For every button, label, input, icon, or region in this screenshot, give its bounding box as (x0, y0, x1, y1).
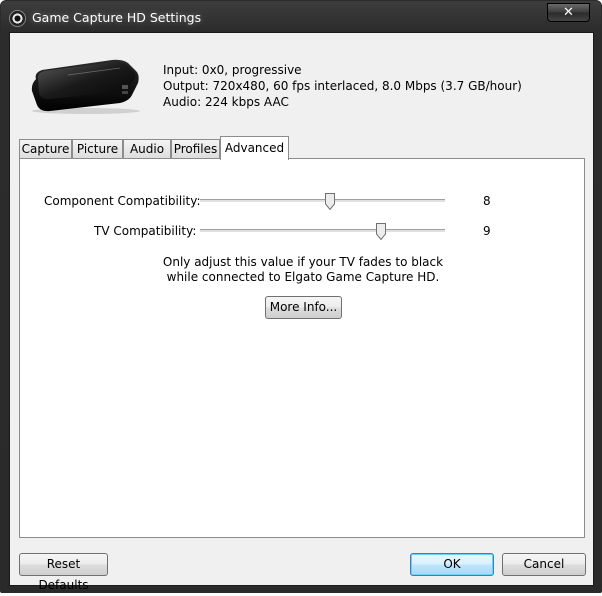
tv-compatibility-slider-thumb[interactable] (376, 223, 386, 240)
tab-capture[interactable]: Capture (19, 139, 72, 159)
more-info-button[interactable]: More Info... (265, 296, 342, 319)
title-bar[interactable]: Game Capture HD Settings ✕ (1, 1, 601, 33)
tv-compatibility-track[interactable] (200, 229, 445, 233)
app-icon (10, 11, 25, 26)
tv-compatibility-value: 9 (483, 224, 491, 238)
tv-compatibility-label: TV Compatibility: (94, 224, 197, 238)
cancel-button[interactable]: Cancel (502, 553, 586, 576)
output-info: Output: 720x480, 60 fps interlaced, 8.0 … (163, 79, 522, 93)
audio-info: Audio: 224 kbps AAC (163, 95, 289, 109)
tv-note-line-1: Only adjust this value if your TV fades … (162, 255, 444, 269)
dialog-body: Input: 0x0, progressive Output: 720x480,… (9, 32, 594, 592)
input-info: Input: 0x0, progressive (163, 63, 302, 77)
reset-defaults-button[interactable]: Reset Defaults (19, 553, 108, 592)
tv-note-line-2: while connected to Elgato Game Capture H… (166, 270, 440, 284)
capture-device-image (31, 59, 140, 114)
settings-window: Game Capture HD Settings ✕ Input: 0x0, p… (0, 0, 602, 593)
close-icon: ✕ (563, 5, 574, 20)
window-title: Game Capture HD Settings (32, 10, 202, 25)
close-button[interactable]: ✕ (547, 3, 590, 22)
device-info: Input: 0x0, progressive Output: 720x480,… (163, 62, 522, 110)
ok-button[interactable]: OK (410, 553, 494, 576)
component-compatibility-slider-thumb[interactable] (325, 193, 335, 210)
tab-profiles[interactable]: Profiles (171, 139, 220, 159)
component-compatibility-track[interactable] (200, 199, 445, 203)
tab-audio[interactable]: Audio (123, 139, 171, 159)
tab-advanced[interactable]: Advanced (220, 136, 289, 160)
component-compatibility-value: 8 (483, 194, 491, 208)
component-compatibility-label: Component Compatibility: (44, 194, 201, 208)
tab-picture[interactable]: Picture (72, 139, 123, 159)
advanced-panel: Component Compatibility: 8 TV Compatibil… (19, 158, 585, 538)
